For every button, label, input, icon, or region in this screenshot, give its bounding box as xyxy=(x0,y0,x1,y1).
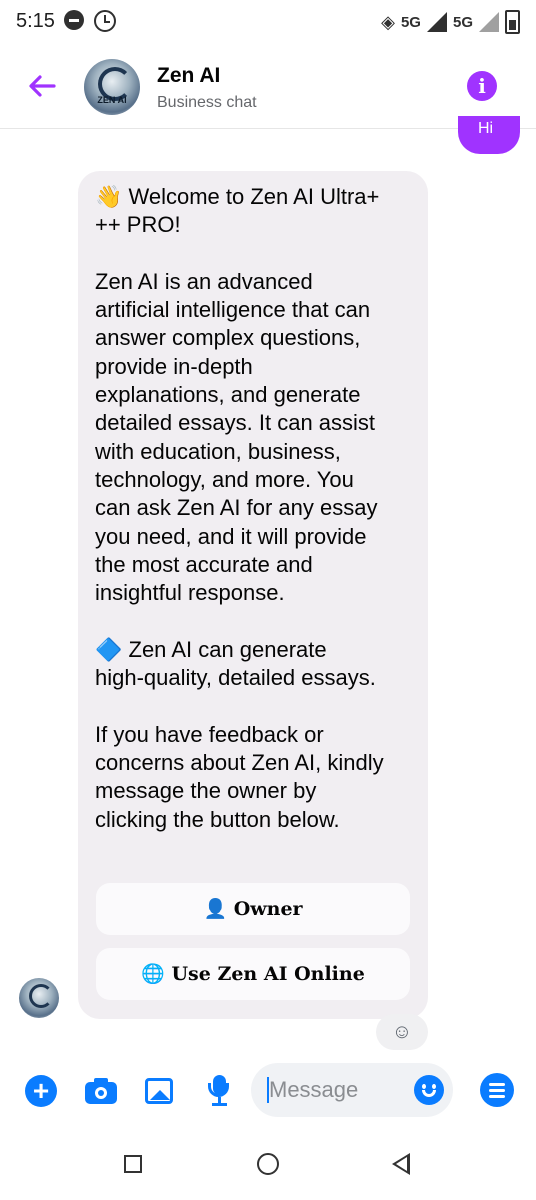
photo-icon[interactable] xyxy=(145,1075,177,1107)
signal-icon xyxy=(479,12,499,32)
signal-icon xyxy=(426,12,447,32)
info-icon[interactable]: i xyxy=(467,71,497,101)
camera-icon[interactable] xyxy=(85,1075,117,1107)
battery-icon xyxy=(505,10,520,34)
avatar[interactable]: ZEN AI xyxy=(84,59,140,115)
logo-swirl-icon xyxy=(29,984,53,1008)
back-icon[interactable] xyxy=(392,1153,410,1175)
vpn-key-icon: ◈ xyxy=(381,11,395,32)
status-left-icons xyxy=(64,10,116,32)
plus-icon[interactable]: + xyxy=(25,1075,57,1107)
welcome-message-text: 👋 Welcome to Zen AI Ultra+ ++ PRO! Zen A… xyxy=(95,184,384,832)
recents-icon[interactable] xyxy=(124,1155,142,1173)
status-time: 5:15 xyxy=(16,10,55,32)
mic-icon[interactable] xyxy=(204,1075,236,1107)
alarm-icon xyxy=(94,10,116,32)
add-reaction-icon[interactable]: ☺ xyxy=(376,1014,428,1050)
owner-button[interactable]: 👤 Owner xyxy=(96,883,410,935)
previous-sent-message[interactable]: Hi xyxy=(458,116,520,154)
page-subtitle: Business chat xyxy=(157,94,257,111)
page-title[interactable]: Zen AI xyxy=(157,64,220,88)
network-type-1: 5G xyxy=(400,13,421,31)
emoji-icon[interactable] xyxy=(414,1075,444,1105)
message-input[interactable] xyxy=(269,1073,409,1107)
back-arrow-icon[interactable] xyxy=(26,70,58,102)
menu-icon[interactable] xyxy=(480,1073,514,1107)
chat-header: ZEN AI Zen AI Business chat i xyxy=(0,44,536,129)
network-type-2: 5G xyxy=(452,13,473,31)
status-right-icons: ◈ 5G 5G xyxy=(381,10,520,34)
status-bar: 5:15 ◈ 5G 5G xyxy=(0,0,536,44)
use-zen-ai-online-button[interactable]: 🌐 Use Zen AI Online xyxy=(96,948,410,1000)
home-icon[interactable] xyxy=(257,1153,279,1175)
do-not-disturb-icon xyxy=(64,10,84,30)
sender-avatar[interactable] xyxy=(19,978,59,1018)
avatar-logo-text: ZEN AI xyxy=(97,95,127,105)
